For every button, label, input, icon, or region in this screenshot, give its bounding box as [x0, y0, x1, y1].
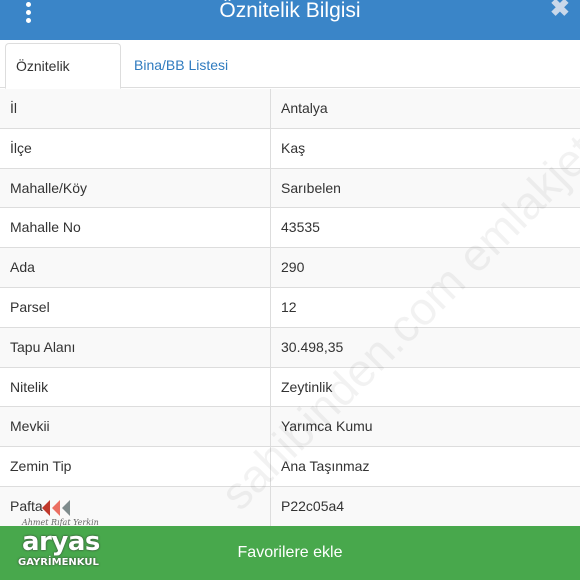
modal-header: Öznitelik Bilgisi ✖	[0, 0, 580, 40]
row-key: Mahalle/Köy	[0, 168, 271, 208]
logo-tagline: GAYRİMENKUL	[18, 557, 99, 568]
logo-emblem-icon	[42, 500, 70, 516]
table-row: Parsel 12	[0, 287, 580, 328]
row-value: 12	[281, 298, 297, 315]
row-key: İlçe	[0, 128, 271, 168]
row-value: 30.498,35	[281, 338, 344, 355]
table-row: Mevkii Yarımca Kumu	[0, 407, 580, 448]
vertical-dots-icon[interactable]	[22, 0, 34, 23]
row-value: Ana Taşınmaz	[281, 458, 370, 475]
row-key: Zemin Tip	[0, 447, 271, 486]
row-value: 43535	[281, 219, 320, 236]
table-row: Mahalle No 43535	[0, 208, 580, 249]
logo-name: aryas	[22, 527, 100, 557]
row-value: Kaş	[281, 139, 306, 156]
add-favorite-label: Favorilere ekle	[237, 544, 343, 561]
logo-subtitle: Ahmet Rıfat Yerkin	[22, 518, 99, 527]
attribute-table: İl Antalya İlçe Kaş Mahalle/Köy Sarıbele…	[0, 89, 580, 527]
modal-title: Öznitelik Bilgisi	[219, 0, 361, 22]
row-key: Nitelik	[0, 367, 271, 407]
row-key: Parsel	[0, 287, 271, 327]
tab-bina-bb-listesi[interactable]: Bina/BB Listesi	[124, 43, 238, 89]
row-value: Sarıbelen	[281, 179, 341, 196]
close-icon[interactable]: ✖	[550, 0, 570, 23]
tab-bar: Öznitelik Bilgisi Bina/BB Listesi	[0, 40, 580, 118]
tab-oznitelik-bilgisi[interactable]: Öznitelik Bilgisi	[5, 43, 121, 118]
table-row: İl Antalya	[0, 89, 580, 129]
company-logo: Ahmet Rıfat Yerkin aryas GAYRİMENKUL	[8, 494, 108, 578]
row-key: İl	[0, 89, 271, 128]
table-row: Zemin Tip Ana Taşınmaz	[0, 447, 580, 487]
row-value: Antalya	[281, 100, 328, 116]
row-key: Tapu Alanı	[0, 327, 271, 367]
row-key: Mahalle No	[0, 208, 271, 248]
table-row: Mahalle/Köy Sarıbelen	[0, 168, 580, 209]
row-value: Yarımca Kumu	[281, 418, 373, 435]
row-key: Mevkii	[0, 407, 271, 447]
row-value: P22c05a4	[281, 497, 345, 514]
table-row: Tapu Alanı 30.498,35	[0, 327, 580, 368]
table-row: Nitelik Zeytinlik	[0, 367, 580, 408]
row-key: Ada	[0, 248, 271, 287]
table-row: Ada 290	[0, 248, 580, 288]
table-row: İlçe Kaş	[0, 128, 580, 169]
row-value: Zeytinlik	[281, 378, 333, 395]
row-value: 290	[281, 259, 305, 276]
